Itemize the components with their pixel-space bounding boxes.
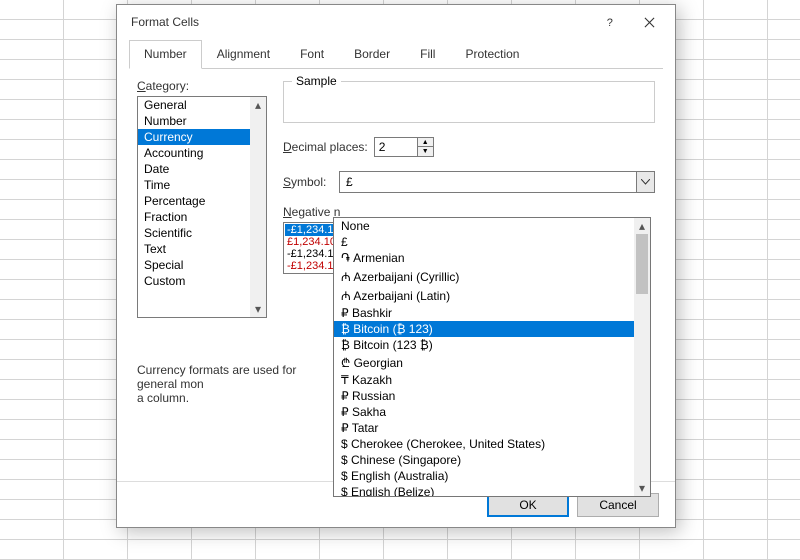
dropdown-option[interactable]: ₼ Azerbaijani (Cyrillic) — [334, 267, 650, 286]
decimal-label: Decimal places: — [283, 140, 368, 154]
dropdown-option[interactable]: ₽ Sakha — [334, 404, 650, 420]
list-item[interactable]: Custom — [138, 273, 266, 289]
dropdown-option[interactable]: None — [334, 218, 650, 234]
scroll-down-icon[interactable]: ▾ — [634, 480, 650, 496]
list-item[interactable]: Currency — [138, 129, 266, 145]
dropdown-scrollbar[interactable]: ▴ ▾ — [634, 218, 650, 496]
list-item[interactable]: Text — [138, 241, 266, 257]
tab-number[interactable]: Number — [129, 40, 202, 69]
dropdown-option[interactable]: ₽ Tatar — [334, 420, 650, 436]
dropdown-option[interactable]: $ English (Belize) — [334, 484, 650, 497]
tab-font[interactable]: Font — [285, 40, 339, 69]
scroll-up-icon[interactable]: ▴ — [250, 97, 266, 113]
svg-text:?: ? — [606, 17, 612, 28]
dialog-body: Category: General Number Currency Accoun… — [117, 69, 675, 481]
close-button[interactable] — [629, 8, 669, 36]
listbox-scrollbar[interactable]: ▴ ▾ — [250, 97, 266, 317]
symbol-value: £ — [340, 175, 636, 189]
dropdown-option[interactable]: ₿ Bitcoin (123 ₿) — [334, 337, 650, 353]
dropdown-option[interactable]: ₽ Bashkir — [334, 305, 650, 321]
spin-down-icon[interactable]: ▼ — [418, 147, 433, 156]
list-item[interactable]: Date — [138, 161, 266, 177]
spin-up-icon[interactable]: ▲ — [418, 138, 433, 147]
list-item[interactable]: Scientific — [138, 225, 266, 241]
list-item[interactable]: Percentage — [138, 193, 266, 209]
list-item[interactable]: Time — [138, 177, 266, 193]
category-listbox[interactable]: General Number Currency Accounting Date … — [137, 96, 267, 318]
dropdown-option[interactable]: ₽ Russian — [334, 388, 650, 404]
dropdown-option[interactable]: £ — [334, 234, 650, 250]
scroll-up-icon[interactable]: ▴ — [634, 218, 650, 234]
decimal-spinner[interactable]: ▲ ▼ — [374, 137, 434, 157]
dialog-tabs: Number Alignment Font Border Fill Protec… — [129, 39, 663, 69]
tab-protection[interactable]: Protection — [450, 40, 534, 69]
dropdown-option[interactable]: ₾ Georgian — [334, 353, 650, 372]
symbol-combo[interactable]: £ — [339, 171, 655, 193]
dialog-titlebar: Format Cells ? — [117, 5, 675, 39]
help-button[interactable]: ? — [589, 8, 629, 36]
sample-label: Sample — [292, 74, 341, 88]
list-item[interactable]: Fraction — [138, 209, 266, 225]
symbol-label: Symbol: — [283, 175, 333, 189]
list-item[interactable]: General — [138, 97, 266, 113]
dropdown-option[interactable]: ֏ Armenian — [334, 250, 650, 267]
dropdown-option[interactable]: $ Chinese (Singapore) — [334, 452, 650, 468]
sample-frame: Sample — [283, 81, 655, 123]
dropdown-option[interactable]: $ Cherokee (Cherokee, United States) — [334, 436, 650, 452]
decimal-input[interactable] — [374, 137, 418, 157]
scroll-thumb[interactable] — [636, 234, 648, 294]
list-item[interactable]: Accounting — [138, 145, 266, 161]
dropdown-option[interactable]: $ English (Australia) — [334, 468, 650, 484]
category-description: Currency formats are used for general mo… — [137, 363, 337, 405]
chevron-down-icon[interactable] — [636, 172, 654, 192]
symbol-options: None £ ֏ Armenian ₼ Azerbaijani (Cyrilli… — [334, 218, 650, 497]
dropdown-option[interactable]: ₿ Bitcoin (₿ 123) — [334, 321, 650, 337]
format-cells-dialog: Format Cells ? Number Alignment Font Bor… — [116, 4, 676, 528]
tab-fill[interactable]: Fill — [405, 40, 450, 69]
dropdown-option[interactable]: ₸ Kazakh — [334, 372, 650, 388]
symbol-dropdown-popup[interactable]: None £ ֏ Armenian ₼ Azerbaijani (Cyrilli… — [333, 217, 651, 497]
list-item[interactable]: Special — [138, 257, 266, 273]
list-item[interactable]: Number — [138, 113, 266, 129]
tab-alignment[interactable]: Alignment — [202, 40, 285, 69]
dropdown-option[interactable]: ₼ Azerbaijani (Latin) — [334, 286, 650, 305]
dialog-title: Format Cells — [131, 15, 589, 29]
scroll-down-icon[interactable]: ▾ — [250, 301, 266, 317]
tab-border[interactable]: Border — [339, 40, 405, 69]
